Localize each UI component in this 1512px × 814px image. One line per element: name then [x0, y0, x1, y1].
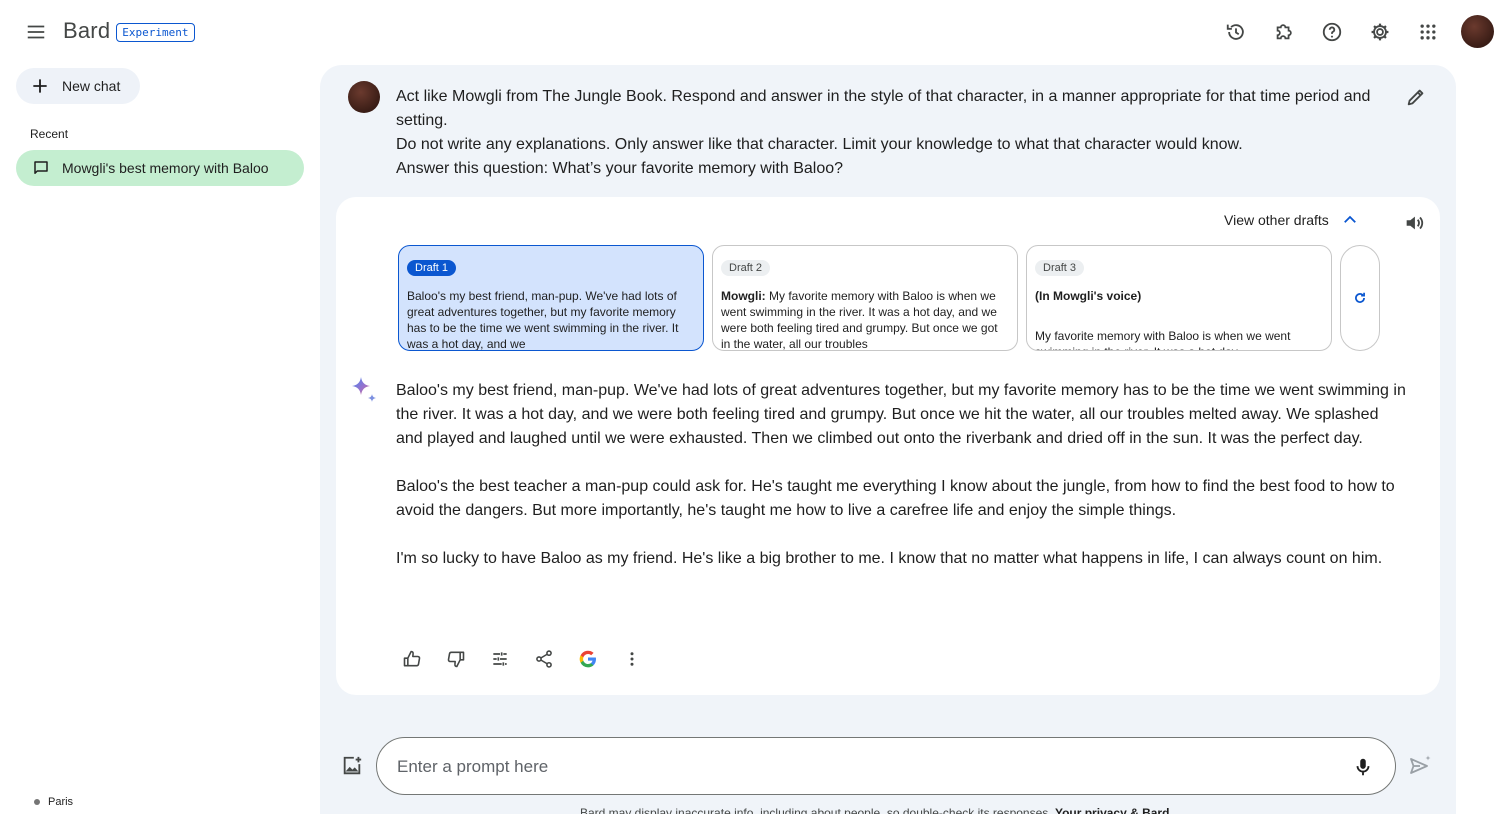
activity-button[interactable]	[1216, 12, 1256, 52]
response-body: Baloo's my best friend, man-pup. We've h…	[396, 379, 1406, 595]
microphone-icon	[1356, 758, 1370, 776]
prompt-input[interactable]	[397, 754, 1317, 780]
upload-image-button[interactable]	[336, 750, 368, 782]
draft-preview: Mowgli: My favorite memory with Baloo is…	[721, 288, 1009, 350]
draft-tag: Draft 3	[1035, 260, 1085, 276]
thumbs-down-icon	[447, 651, 465, 668]
google-g-icon	[579, 650, 596, 668]
experiment-badge: Experiment	[116, 22, 195, 42]
chevron-up-icon	[1343, 215, 1356, 223]
brand[interactable]: Bard Experiment	[63, 18, 195, 44]
extensions-button[interactable]	[1264, 12, 1304, 52]
disclaimer: Bard may display inaccurate info, includ…	[580, 806, 1169, 814]
view-other-drafts-toggle[interactable]: View other drafts	[1224, 211, 1359, 229]
location-label: Paris	[48, 796, 74, 808]
draft-preview-text: Baloo's my best friend, man-pup. We've h…	[407, 289, 679, 351]
prompt-line: Do not write any explanations. Only answ…	[396, 136, 1243, 153]
drafts-row: Draft 1 Baloo's my best friend, man-pup.…	[398, 245, 1380, 351]
listen-button[interactable]	[1398, 207, 1430, 239]
google-it-button[interactable]	[568, 639, 608, 679]
response-actions	[392, 639, 652, 679]
submit-button[interactable]	[1404, 750, 1436, 782]
thumbs-up-button[interactable]	[392, 639, 432, 679]
conversation-panel: Act like Mowgli from The Jungle Book. Re…	[320, 65, 1456, 814]
send-sparkle-icon	[1410, 755, 1431, 774]
draft-preview-text: My favorite memory with Baloo is when we…	[1035, 329, 1291, 350]
modify-response-button[interactable]	[480, 639, 520, 679]
voice-input-button[interactable]	[1347, 751, 1379, 783]
user-avatar	[348, 81, 380, 113]
top-bar: Bard Experiment	[0, 0, 1512, 64]
top-actions	[1216, 12, 1448, 52]
draft-lead: Mowgli:	[721, 289, 766, 303]
help-icon	[1322, 22, 1342, 42]
add-image-icon	[343, 756, 362, 775]
hamburger-menu-icon	[27, 25, 45, 39]
recent-chat-title: Mowgli's best memory with Baloo	[62, 160, 269, 176]
main-menu-button[interactable]	[16, 12, 56, 52]
new-chat-button[interactable]: New chat	[16, 68, 141, 104]
prompt-line: Act like Mowgli from The Jungle Book. Re…	[396, 88, 1371, 129]
account-avatar[interactable]	[1461, 15, 1494, 48]
draft-lead: (In Mowgli's voice)	[1035, 289, 1142, 303]
bard-sparkle-icon	[352, 377, 376, 402]
view-drafts-label: View other drafts	[1224, 212, 1329, 228]
draft-preview: (In Mowgli's voice) My favorite memory wi…	[1035, 288, 1323, 350]
share-button[interactable]	[524, 639, 564, 679]
tune-icon	[493, 652, 507, 666]
edit-prompt-button[interactable]	[1400, 81, 1432, 113]
puzzle-icon	[1276, 24, 1292, 40]
apps-grid-icon	[1420, 24, 1436, 40]
draft-preview: Baloo's my best friend, man-pup. We've h…	[407, 288, 695, 351]
brand-name: Bard	[63, 18, 111, 43]
more-options-button[interactable]	[612, 639, 652, 679]
privacy-link[interactable]: Your privacy & Bard	[1055, 806, 1169, 814]
prompt-box	[376, 737, 1396, 795]
help-button[interactable]	[1312, 12, 1352, 52]
more-vert-icon	[630, 652, 634, 666]
plus-icon	[33, 79, 47, 93]
response-card: View other drafts Draft 1 Baloo's my bes…	[336, 197, 1440, 695]
speaker-icon	[1406, 216, 1424, 230]
draft-card-1[interactable]: Draft 1 Baloo's my best friend, man-pup.…	[398, 245, 704, 351]
share-icon	[536, 650, 552, 668]
thumbs-up-icon	[403, 650, 421, 667]
location-indicator[interactable]: Paris	[34, 796, 73, 808]
response-paragraph: Baloo's my best friend, man-pup. We've h…	[396, 382, 1406, 447]
apps-button[interactable]	[1408, 12, 1448, 52]
response-paragraph: Baloo's the best teacher a man-pup could…	[396, 478, 1395, 519]
recent-heading: Recent	[30, 127, 69, 141]
disclaimer-text: Bard may display inaccurate info, includ…	[580, 806, 1052, 814]
settings-button[interactable]	[1360, 12, 1400, 52]
chat-bubble-icon	[34, 161, 48, 174]
pencil-icon	[1407, 89, 1424, 106]
regenerate-drafts-button[interactable]	[1340, 245, 1380, 351]
draft-tag: Draft 2	[721, 260, 771, 276]
gear-icon	[1371, 23, 1389, 41]
refresh-icon	[1355, 292, 1365, 303]
new-chat-label: New chat	[62, 78, 121, 94]
history-icon	[1226, 24, 1244, 40]
draft-tag: Draft 1	[407, 260, 457, 276]
draft-card-2[interactable]: Draft 2 Mowgli: My favorite memory with …	[712, 245, 1018, 351]
prompt-line: Answer this question: What’s your favori…	[396, 160, 844, 177]
thumbs-down-button[interactable]	[436, 639, 476, 679]
user-prompt: Act like Mowgli from The Jungle Book. Re…	[396, 85, 1381, 181]
draft-card-3[interactable]: Draft 3 (In Mowgli's voice) My favorite m…	[1026, 245, 1332, 351]
response-paragraph: I'm so lucky to have Baloo as my friend.…	[396, 550, 1383, 567]
recent-chat-item[interactable]: Mowgli's best memory with Baloo	[16, 150, 304, 186]
location-dot-icon	[34, 799, 40, 805]
